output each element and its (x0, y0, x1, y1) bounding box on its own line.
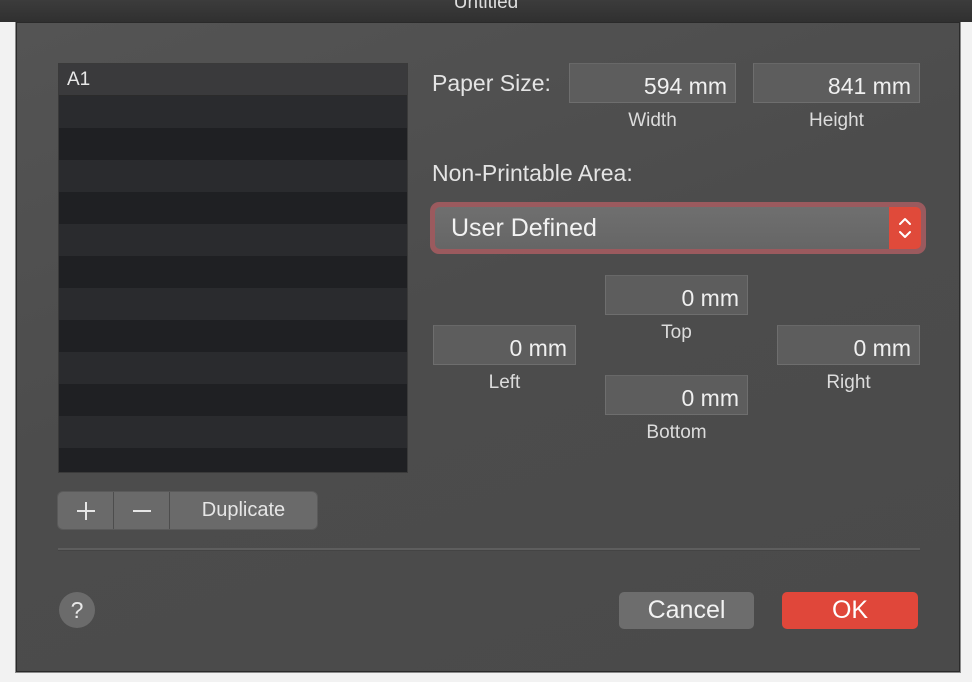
empty-row (59, 288, 407, 320)
up-down-chevron-icon (899, 218, 911, 238)
width-label: Width (628, 110, 677, 131)
top-label: Top (661, 322, 692, 343)
paper-height-field[interactable]: 841 mm (753, 63, 920, 103)
divider (58, 548, 920, 551)
non-printable-area-popup[interactable]: User Defined (435, 207, 921, 249)
empty-row (59, 384, 407, 416)
left-margin-field[interactable]: 0 mm (433, 325, 576, 365)
window-title: Untitled (453, 0, 519, 13)
empty-row (59, 160, 407, 192)
empty-row (59, 128, 407, 160)
remove-paper-button[interactable] (114, 492, 170, 529)
popup-arrows (889, 207, 921, 249)
paper-size-sheet: A1 Duplicate Paper Size: 594 mm Width 84… (15, 22, 961, 673)
paper-size-label: Paper Size: (432, 70, 551, 96)
empty-row (59, 320, 407, 352)
plus-icon (76, 501, 95, 520)
empty-row (59, 416, 407, 448)
title-bar: Untitled (0, 0, 972, 22)
popup-value: User Defined (451, 214, 597, 242)
paper-width-field[interactable]: 594 mm (569, 63, 736, 103)
bottom-margin-field[interactable]: 0 mm (605, 375, 748, 415)
right-margin-field[interactable]: 0 mm (777, 325, 920, 365)
paper-size-list[interactable]: A1 (58, 63, 408, 473)
empty-row (59, 224, 407, 256)
right-label: Right (826, 372, 871, 393)
non-printable-area-label: Non-Printable Area: (432, 160, 633, 186)
ok-button[interactable]: OK (782, 592, 918, 629)
empty-row (59, 256, 407, 288)
cancel-button[interactable]: Cancel (619, 592, 754, 629)
minus-icon (132, 509, 151, 512)
list-button-group: Duplicate (58, 492, 317, 529)
help-button[interactable]: ? (59, 592, 95, 628)
empty-row (59, 96, 407, 128)
empty-row (59, 448, 407, 472)
height-label: Height (809, 110, 864, 131)
top-margin-field[interactable]: 0 mm (605, 275, 748, 315)
empty-row (59, 352, 407, 384)
left-label: Left (488, 372, 521, 393)
empty-row (59, 192, 407, 224)
bottom-label: Bottom (646, 422, 707, 443)
duplicate-button[interactable]: Duplicate (170, 492, 317, 529)
list-item[interactable]: A1 (59, 64, 407, 96)
add-paper-button[interactable] (58, 492, 114, 529)
